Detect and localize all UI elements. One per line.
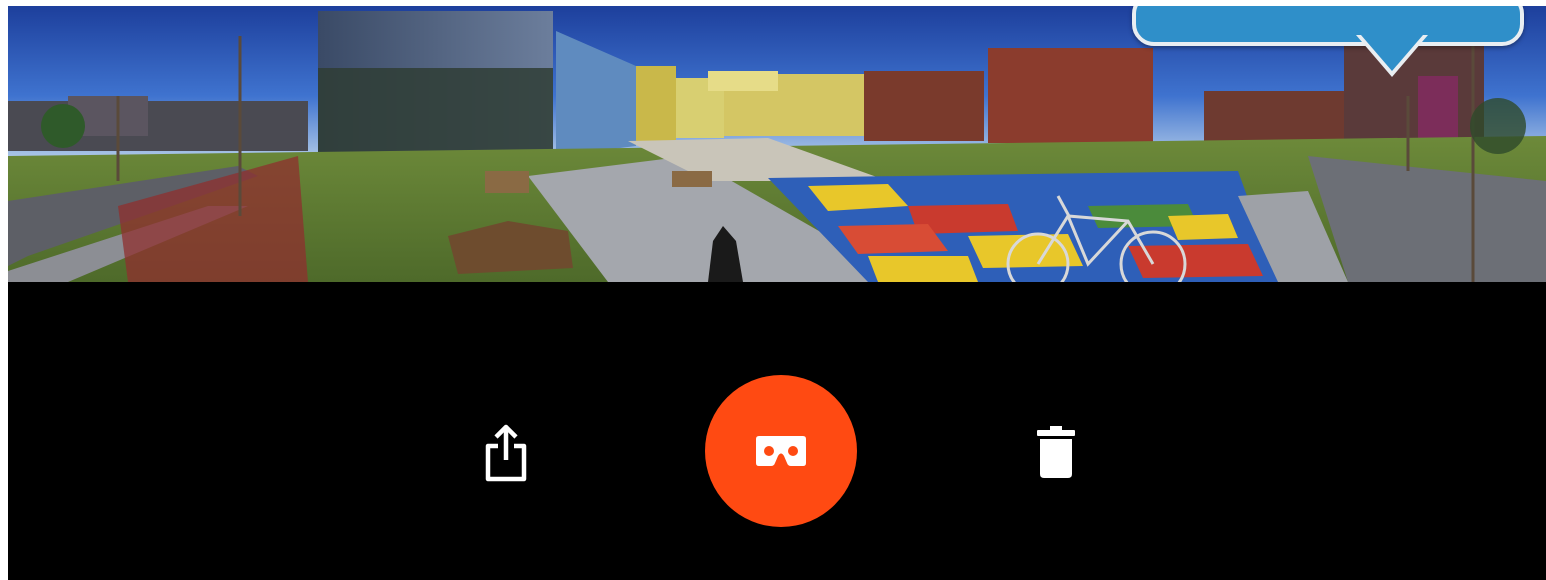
tooltip-bubble [1132,6,1524,46]
share-button[interactable] [476,420,536,484]
tooltip-tail [1361,35,1423,71]
trash-icon [1037,426,1075,478]
vr-headset-icon [756,436,806,466]
delete-button[interactable] [1028,420,1084,484]
panorama-photo[interactable] [8,6,1546,282]
share-icon [485,424,527,482]
viewer-frame [8,6,1546,580]
bottom-toolbar [8,282,1546,580]
vr-view-button[interactable] [705,375,857,527]
